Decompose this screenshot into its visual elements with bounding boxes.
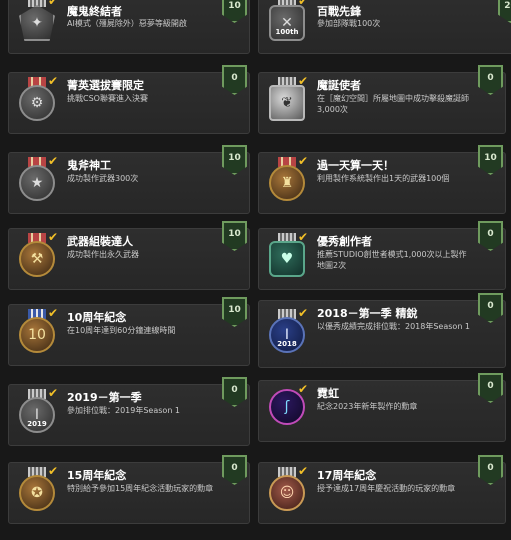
points-badge: 0 [478, 373, 503, 403]
achievement-title: 菁英選拔賽限定 [67, 79, 144, 92]
check-icon: ✔ [48, 306, 59, 320]
achievement-title: 2018－第一季 精銳 [317, 307, 418, 320]
achievement-title: 鬼斧神工 [67, 159, 111, 172]
gold-10th-medal-icon: 10 ✔ [15, 306, 59, 357]
crossed-rifles-100-icon: ✕ 100th ✔ [265, 0, 309, 45]
achievement-title: 過一天算一天！ [317, 159, 394, 172]
achievement-desc: 成功製作出永久武器 [67, 250, 139, 259]
points-badge: 0 [222, 65, 247, 95]
achievement-desc: 推薦STUDIO創世者模式1,000次以上製作地圖2次 [317, 250, 467, 270]
backpack-medal-icon: ♜ ✔ [265, 154, 309, 205]
points-badge: 0 [222, 455, 247, 485]
achievement-card[interactable]: ✦ ✔ 魔鬼終結者 AI模式（殭屍除外）惡夢等級開啟 10 [8, 0, 250, 54]
achievement-card[interactable]: ☺ ✔ 17周年紀念 授予達成17周年慶祝活動的玩家的勳章 0 [258, 455, 506, 524]
achievement-card[interactable]: I 2019 ✔ 2019－第一季 參加排位戰：2019年Season 1 0 [8, 377, 250, 446]
points-badge: 10 [478, 145, 503, 175]
neon-medal-icon: ʃ ✔ [265, 382, 309, 433]
achievement-title: 百戰先鋒 [317, 5, 361, 18]
achievement-desc: 參加部隊戰100次 [317, 19, 381, 28]
check-icon: ✔ [298, 154, 309, 168]
check-icon: ✔ [298, 382, 309, 396]
achievement-title: 15周年紀念 [67, 469, 127, 482]
check-icon: ✔ [298, 306, 309, 320]
achievement-desc: 特別給予參加15周年紀念活動玩家的勳章 [67, 484, 214, 493]
star-medal-icon: ★ ✔ [15, 154, 59, 205]
points-badge: 0 [478, 293, 503, 323]
check-icon: ✔ [48, 464, 59, 478]
check-icon: ✔ [48, 230, 59, 244]
points-badge: 20 [498, 0, 511, 23]
wrench-medal-icon: ⚒ ✔ [15, 230, 59, 281]
achievement-desc: 參加排位戰：2019年Season 1 [67, 406, 181, 415]
season-2019-icon: I 2019 ✔ [15, 386, 59, 437]
achievement-card[interactable]: ⚒ ✔ 武器組裝達人 成功製作出永久武器 10 [8, 221, 250, 290]
achievement-card[interactable]: 10 ✔ 10周年紀念 在10周年達到60分鐘連線時間 10 [8, 297, 250, 366]
achievement-desc: 在10周年達到60分鐘連線時間 [67, 326, 176, 335]
achievement-desc: 挑戰CSO聯賽進入決賽 [67, 94, 148, 103]
achievement-title: 2019－第一季 [67, 391, 142, 404]
achievement-title: 10周年紀念 [67, 311, 127, 324]
achievement-desc: 紀念2023年新年製作的勳章 [317, 402, 418, 411]
achievement-card[interactable]: ★ ✔ 鬼斧神工 成功製作武器300次 10 [8, 145, 250, 214]
check-icon: ✔ [298, 0, 309, 8]
points-badge: 0 [478, 65, 503, 95]
points-badge: 10 [222, 0, 247, 23]
achievement-title: 霓虹 [317, 387, 339, 400]
points-badge: 0 [478, 455, 503, 485]
achievement-title: 武器組裝達人 [67, 235, 133, 248]
achievement-card[interactable]: ♥ ✔ 優秀創作者 推薦STUDIO創世者模式1,000次以上製作地圖2次 0 [258, 221, 506, 290]
check-icon: ✔ [48, 386, 59, 400]
achievement-card[interactable]: ʃ ✔ 霓虹 紀念2023年新年製作的勳章 0 [258, 373, 506, 442]
achievement-desc: 利用製作系統製作出1天的武器100個 [317, 174, 450, 183]
achievement-desc: 授予達成17周年慶祝活動的玩家的勳章 [317, 484, 456, 493]
17th-portrait-medal-icon: ☺ ✔ [265, 464, 309, 515]
check-icon: ✔ [48, 0, 59, 8]
achievement-card[interactable]: I 2018 ✔ 2018－第一季 精銳 以優秀成績完成排位戰：2018年Seas… [258, 293, 506, 368]
achievement-title: 魔誕使者 [317, 79, 361, 92]
achievement-title: 優秀創作者 [317, 235, 372, 248]
check-icon: ✔ [298, 230, 309, 244]
points-badge: 0 [478, 221, 503, 251]
season-2018-elite-icon: I 2018 ✔ [265, 306, 309, 357]
achievement-desc: AI模式（殭屍除外）惡夢等級開啟 [67, 19, 187, 28]
achievement-card[interactable]: ⚙ ✔ 菁英選拔賽限定 挑戰CSO聯賽進入決賽 0 [8, 65, 250, 134]
achievement-card[interactable]: ✕100th ✔ 百戰先鋒 參加部隊戰100次 20 [258, 0, 511, 54]
achievement-card[interactable]: ♜ ✔ 過一天算一天！ 利用製作系統製作出1天的武器100個 10 [258, 145, 506, 214]
check-icon: ✔ [298, 74, 309, 88]
shield-emblem-icon: ✦ ✔ [15, 0, 59, 45]
points-badge: 10 [222, 297, 247, 327]
achievement-title: 魔鬼終結者 [67, 5, 122, 18]
achievement-desc: 以優秀成績完成排位戰：2018年Season 1 [317, 322, 471, 331]
check-icon: ✔ [48, 74, 59, 88]
achievement-title: 17周年紀念 [317, 469, 377, 482]
gear-medal-icon: ⚙ ✔ [15, 74, 59, 125]
15th-medal-icon: ✪ ✔ [15, 464, 59, 515]
check-icon: ✔ [48, 154, 59, 168]
achievement-card[interactable]: ✪ ✔ 15周年紀念 特別給予參加15周年紀念活動玩家的勳章 0 [8, 455, 250, 524]
points-badge: 10 [222, 145, 247, 175]
check-icon: ✔ [298, 464, 309, 478]
points-badge: 0 [222, 377, 247, 407]
achievement-desc: 在［魔幻空間］所屬地圖中成功擊殺魔誕師3,000次 [317, 94, 469, 114]
eagle-emblem-icon: ❦ ✔ [265, 74, 309, 125]
heart-card-icon: ♥ ✔ [265, 230, 309, 281]
points-badge: 10 [222, 221, 247, 251]
achievement-card[interactable]: ❦ ✔ 魔誕使者 在［魔幻空間］所屬地圖中成功擊殺魔誕師3,000次 0 [258, 65, 506, 134]
achievement-desc: 成功製作武器300次 [67, 174, 139, 183]
